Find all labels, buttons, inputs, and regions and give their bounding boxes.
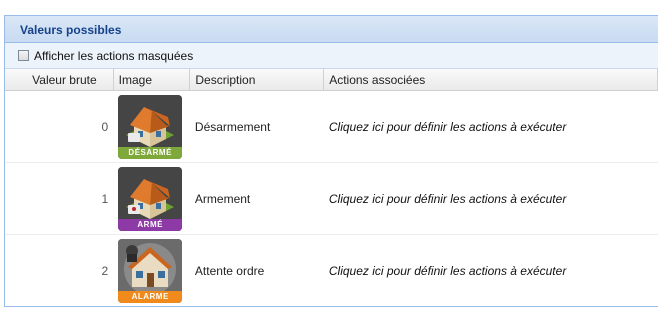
show-hidden-label[interactable]: Afficher les actions masquées xyxy=(34,49,193,63)
possible-values-panel: Valeurs possibles Afficher les actions m… xyxy=(4,15,658,307)
toolbar: Afficher les actions masquées xyxy=(5,43,658,69)
description: Attente ordre xyxy=(194,263,265,278)
column-header-raw-value[interactable]: Valeur brute xyxy=(5,69,114,90)
panel-title: Valeurs possibles xyxy=(5,16,658,43)
house-alarm-icon[interactable]: ALARME xyxy=(118,238,183,303)
show-hidden-checkbox[interactable] xyxy=(18,50,29,61)
house-armed-icon[interactable]: ARMÉ xyxy=(118,166,183,231)
grid-header: Valeur brute Image Description Actions a… xyxy=(5,69,658,91)
status-badge: DÉSARMÉ xyxy=(118,146,183,159)
define-actions-link[interactable]: Cliquez ici pour définir les actions à e… xyxy=(324,264,658,278)
define-actions-link[interactable]: Cliquez ici pour définir les actions à e… xyxy=(324,120,658,134)
raw-value: 2 xyxy=(101,263,109,278)
define-actions-link[interactable]: Cliquez ici pour définir les actions à e… xyxy=(324,192,658,206)
house-disarmed-icon[interactable]: DÉSARMÉ xyxy=(118,94,183,159)
column-header-image[interactable]: Image xyxy=(114,69,191,90)
column-header-actions[interactable]: Actions associées xyxy=(324,69,658,90)
raw-value: 1 xyxy=(101,191,109,206)
description: Désarmement xyxy=(194,119,271,134)
description: Armement xyxy=(194,191,251,206)
status-badge: ARMÉ xyxy=(118,218,183,231)
table-row[interactable]: 0 DÉSARMÉ Désarmement Cliquez ici pour d… xyxy=(5,91,658,163)
table-row[interactable]: 1 ARMÉ Armement Cliquez ici pour définir… xyxy=(5,163,658,235)
status-badge: ALARME xyxy=(118,290,183,303)
column-header-description[interactable]: Description xyxy=(190,69,325,90)
raw-value: 0 xyxy=(101,119,109,134)
table-row[interactable]: 2 ALARME Attente ordre Cliquez ici pour … xyxy=(5,235,658,306)
